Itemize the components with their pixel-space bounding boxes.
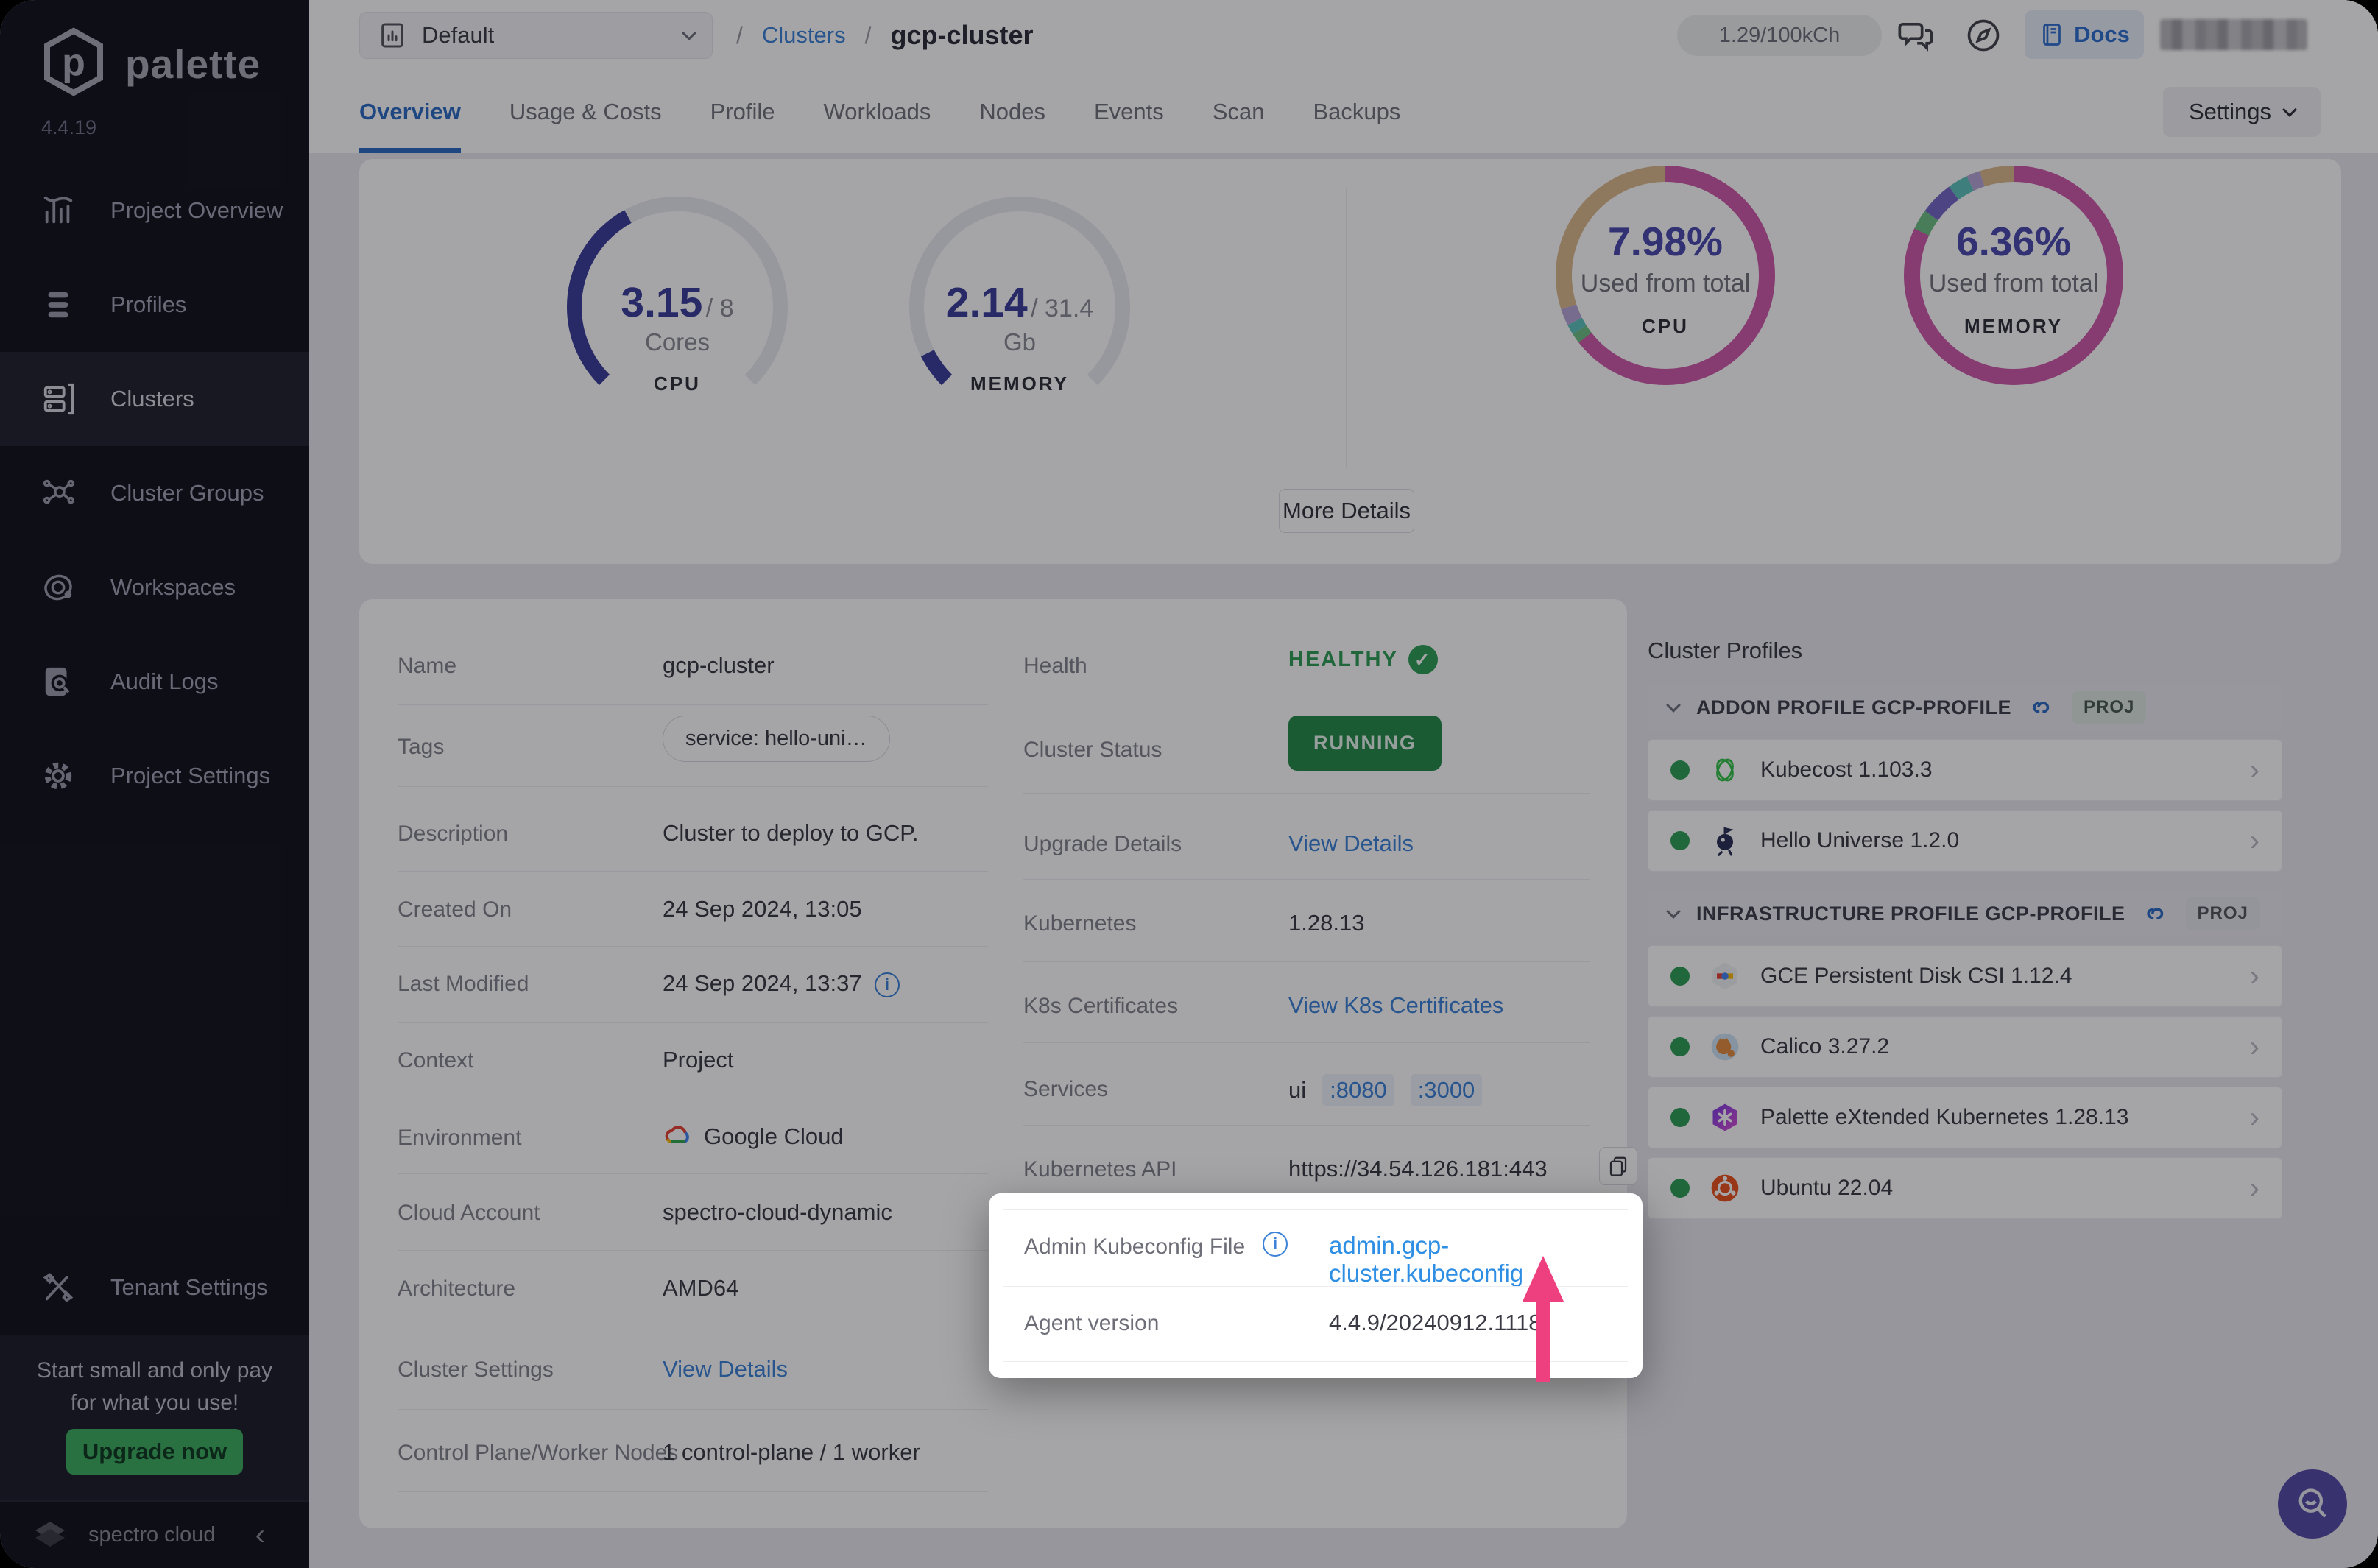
admin-kubeconfig-link[interactable]: admin.gcp-cluster.kubeconfig	[1329, 1232, 1643, 1288]
tutorial-arrow-icon	[1520, 1256, 1567, 1385]
admin-kubeconfig-label: Admin Kubeconfig File	[1024, 1235, 1245, 1260]
agent-version-value: 4.4.9/20240912.1118	[1329, 1310, 1541, 1336]
info-icon[interactable]: i	[1263, 1232, 1288, 1257]
app-window: p palette 4.4.19 Project Overview Profil…	[0, 0, 2378, 1568]
divider	[1003, 1209, 1628, 1210]
agent-version-label: Agent version	[1024, 1311, 1159, 1336]
